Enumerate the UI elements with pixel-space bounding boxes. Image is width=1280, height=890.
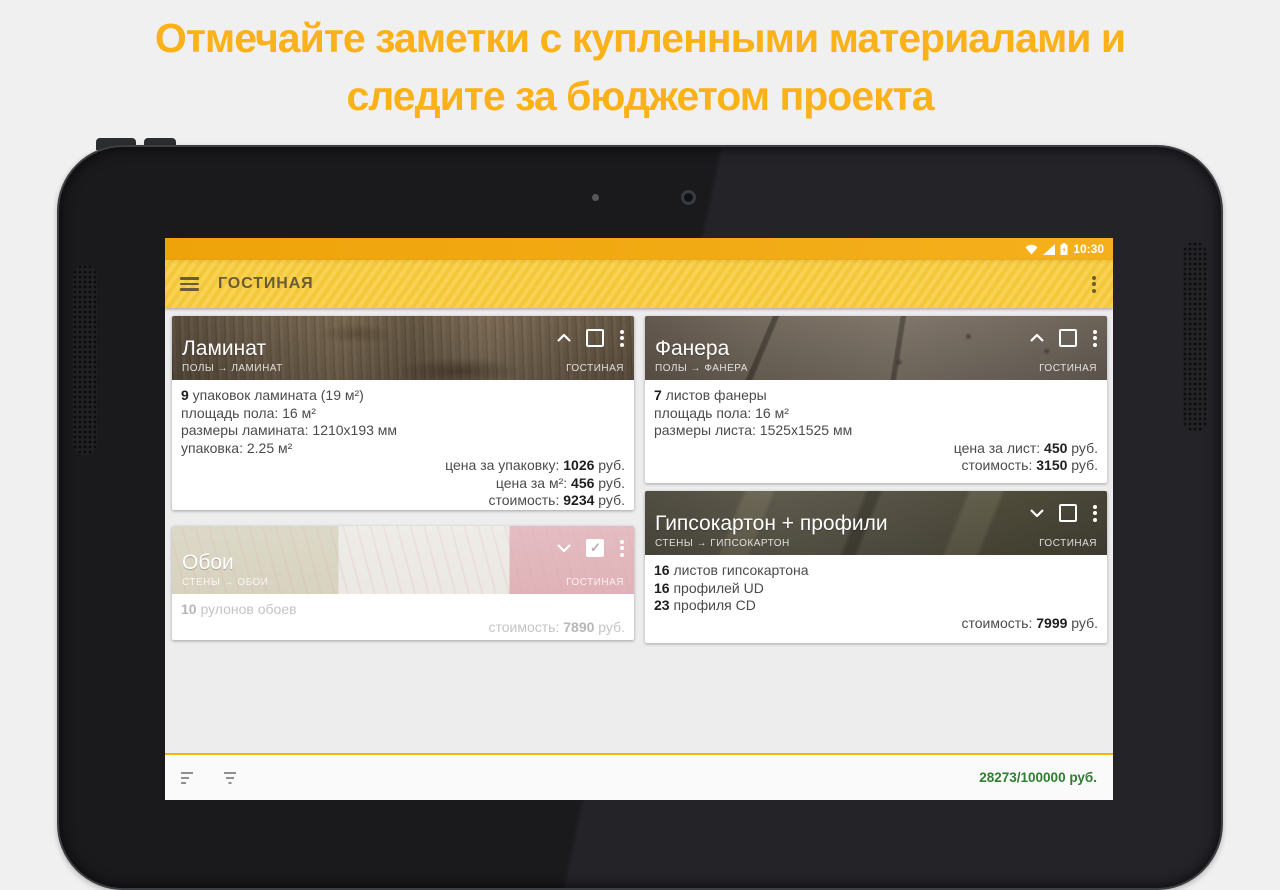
ambient-sensor-icon [592,194,599,201]
budget-total: 28273/100000 руб. [979,770,1097,785]
card-detail-line: площадь пола: 16 м² [181,404,316,421]
overflow-menu-icon[interactable] [1090,269,1098,299]
card-breadcrumb: ПОЛЫ → ЛАМИНАТ [182,363,283,374]
card-detail-line: площадь пола: 16 м² [654,404,789,421]
promo-headline-line1: Отмечайте заметки с купленными материала… [154,15,1126,61]
card-detail-line: 16 профилей UD [654,579,764,596]
tablet-device-frame: 10:30 ГОСТИНАЯ Ламинат ПОЛЫ → ЛАМИНАТ ГО… [57,145,1223,890]
card-header-plywood: Фанера ПОЛЫ → ФАНЕРА ГОСТИНАЯ [645,316,1107,380]
card-header-drywall: Гипсокартон + профили СТЕНЫ → ГИПСОКАРТО… [645,491,1107,555]
card-room-label: ГОСТИНАЯ [1039,538,1097,549]
card-price-line: цена за упаковку: 1026 руб. [445,457,625,473]
promo-headline: Отмечайте заметки с купленными материала… [0,9,1280,125]
status-bar: 10:30 [165,238,1113,260]
card-body: 10 рулонов обоев стоимость: 7890 руб. [172,594,634,636]
notes-grid: Ламинат ПОЛЫ → ЛАМИНАТ ГОСТИНАЯ 9 упаков… [165,308,1113,753]
card-detail-line: 10 рулонов обоев [181,601,297,617]
card-body: 9 упаковок ламината (19 м²) площадь пола… [172,380,634,510]
card-title: Обои [182,551,234,574]
card-body: 16 листов гипсокартона 16 профилей UD 23… [645,555,1107,632]
card-detail-line: упаковка: 2.25 м² [181,439,293,456]
card-price-line: цена за м²: 456 руб. [495,474,625,491]
app-screen: 10:30 ГОСТИНАЯ Ламинат ПОЛЫ → ЛАМИНАТ ГО… [165,238,1113,800]
card-header-laminate: Ламинат ПОЛЫ → ЛАМИНАТ ГОСТИНАЯ [172,316,634,380]
card-detail-line: 7 листов фанеры [654,387,767,403]
note-card-plywood[interactable]: Фанера ПОЛЫ → ФАНЕРА ГОСТИНАЯ 7 листов ф… [645,316,1107,483]
card-header-wallpaper: Обои СТЕНЫ → ОБОИ ГОСТИНАЯ [172,526,634,594]
note-card-wallpaper[interactable]: Обои СТЕНЫ → ОБОИ ГОСТИНАЯ 10 рулонов об… [172,526,634,640]
filter-icon[interactable] [223,771,237,784]
wifi-icon [1025,244,1038,254]
card-total-line: стоимость: 3150 руб. [961,457,1098,473]
front-camera-icon [681,190,696,205]
card-breadcrumb: СТЕНЫ → ГИПСОКАРТОН [655,538,790,549]
card-detail-line: 9 упаковок ламината (19 м²) [181,387,364,403]
card-title: Ламинат [182,337,267,360]
battery-icon [1060,243,1068,255]
note-card-laminate[interactable]: Ламинат ПОЛЫ → ЛАМИНАТ ГОСТИНАЯ 9 упаков… [172,316,634,510]
speaker-grille-right-icon [1183,242,1207,432]
card-detail-line: 23 профиля CD [654,597,756,613]
note-card-drywall[interactable]: Гипсокартон + профили СТЕНЫ → ГИПСОКАРТО… [645,491,1107,643]
card-room-label: ГОСТИНАЯ [566,577,624,588]
sort-icon[interactable] [181,771,195,784]
hamburger-menu-icon[interactable] [180,274,199,294]
card-detail-line: размеры листа: 1525x1525 мм [654,422,853,438]
app-toolbar: ГОСТИНАЯ [165,260,1113,308]
card-title: Фанера [655,337,730,360]
card-detail-line: 16 листов гипсокартона [654,562,809,578]
bottom-bar: 28273/100000 руб. [165,753,1113,800]
card-room-label: ГОСТИНАЯ [566,363,624,374]
card-total-line: стоимость: 9234 руб. [488,492,625,508]
speaker-grille-left-icon [73,265,97,455]
card-breadcrumb: ПОЛЫ → ФАНЕРА [655,363,748,374]
card-total-line: стоимость: 7999 руб. [961,614,1098,631]
card-total-line: стоимость: 7890 руб. [488,618,625,635]
status-time: 10:30 [1073,242,1104,256]
card-body: 7 листов фанеры площадь пола: 16 м² разм… [645,380,1107,475]
toolbar-title: ГОСТИНАЯ [218,275,314,292]
card-room-label: ГОСТИНАЯ [1039,363,1097,374]
card-breadcrumb: СТЕНЫ → ОБОИ [182,577,269,588]
card-price-line: цена за лист: 450 руб. [953,439,1098,456]
card-detail-line: размеры ламината: 1210x193 мм [181,422,398,438]
cellular-signal-icon [1043,243,1056,255]
card-title: Гипсокартон + профили [655,512,888,535]
promo-headline-line2: следите за бюджетом проекта [346,73,934,119]
